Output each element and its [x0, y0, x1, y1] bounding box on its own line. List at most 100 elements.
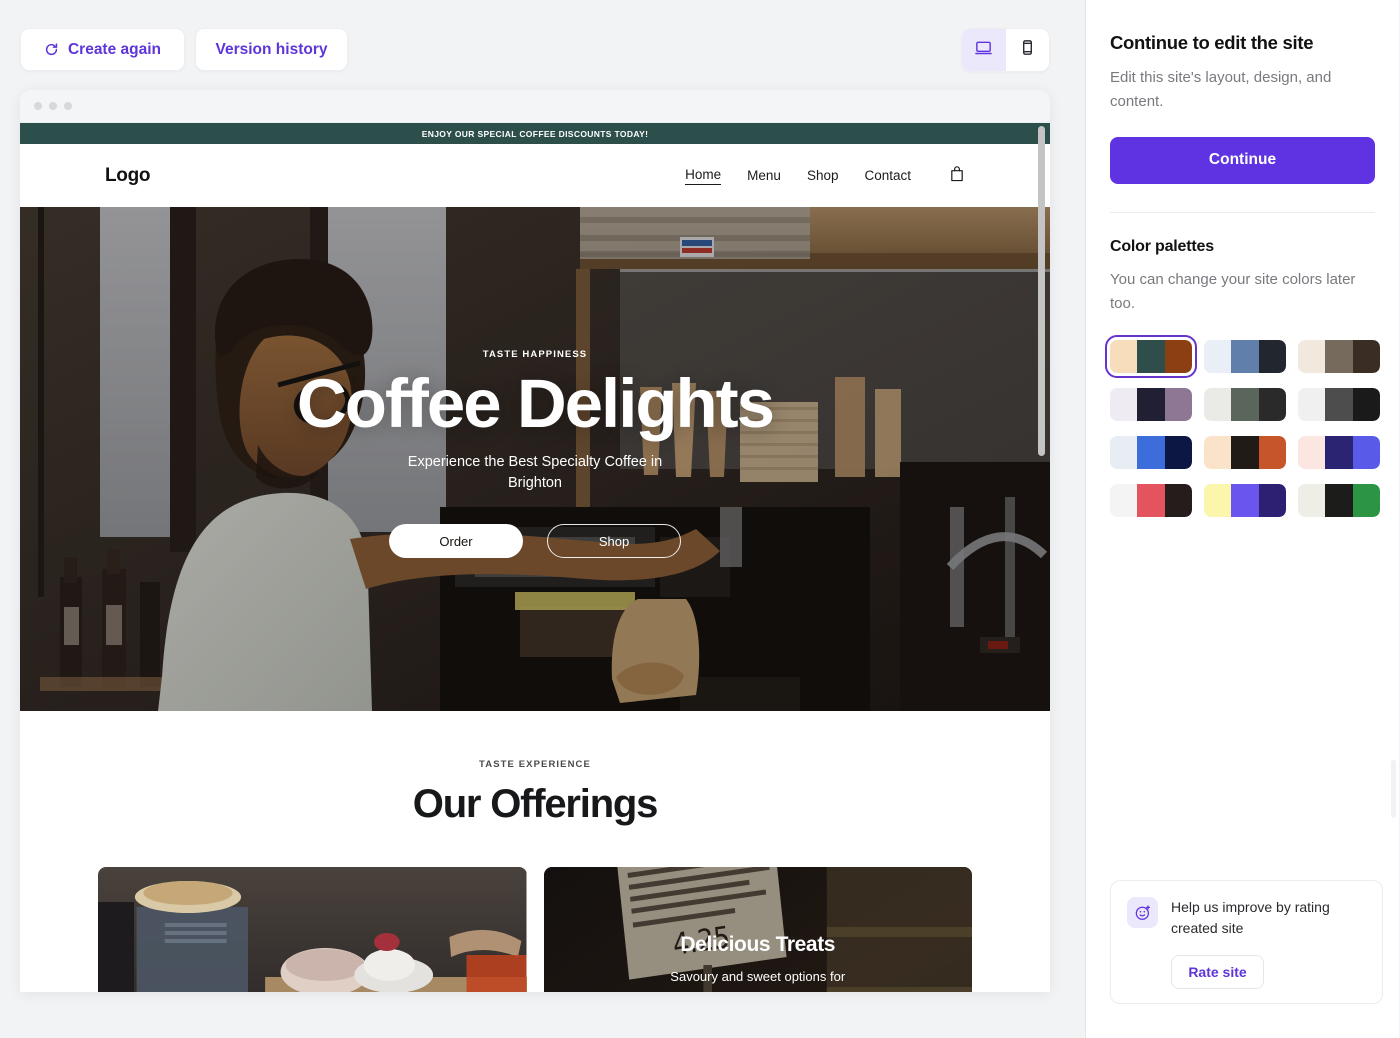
top-toolbar: Create again Version history: [0, 0, 1085, 92]
palette-swatch-3: [1352, 388, 1380, 422]
offerings-eyebrow: TASTE EXPERIENCE: [479, 759, 591, 770]
window-maximize-dot: [64, 102, 72, 110]
palette-swatches: [1204, 484, 1286, 518]
sidebar-scrollbar[interactable]: [1391, 760, 1396, 818]
palette-cream-teal-rust[interactable]: [1105, 335, 1197, 379]
palette-swatch-2: [1231, 340, 1259, 374]
palette-swatches: [1110, 388, 1192, 422]
palette-linen-taupe-coffee[interactable]: [1298, 340, 1380, 374]
palette-swatch-2: [1231, 484, 1259, 518]
hero-shop-button[interactable]: Shop: [547, 524, 681, 559]
palette-swatches: [1298, 340, 1380, 374]
create-again-button[interactable]: Create again: [20, 28, 185, 71]
color-palettes-description: You can change your site colors later to…: [1110, 270, 1356, 312]
palette-swatch-3: [1352, 484, 1380, 518]
palette-swatches: [1204, 388, 1286, 422]
sidebar-divider: [1110, 211, 1375, 213]
site-scroll-area[interactable]: ENJOY OUR SPECIAL COFFEE DISCOUNTS TODAY…: [20, 123, 1050, 992]
hero-buttons: Order Shop: [389, 524, 681, 559]
create-again-label: Create again: [67, 40, 162, 58]
desktop-view-button[interactable]: [962, 29, 1006, 71]
window-minimize-dot: [49, 102, 57, 110]
palette-swatches: [1204, 340, 1286, 374]
palette-blush-indigo-violet[interactable]: [1298, 436, 1380, 470]
palette-swatch-2: [1325, 436, 1353, 470]
nav-link-menu[interactable]: Menu: [747, 168, 781, 183]
offering-card-1-image: [98, 867, 527, 992]
palette-swatch-3: [1352, 436, 1380, 470]
palette-swatch-2: [1325, 340, 1353, 374]
hero-subtitle: Experience the Best Specialty Coffee in …: [407, 454, 663, 492]
preview-scrollbar[interactable]: [1038, 126, 1045, 456]
palette-bone-onyx-emerald[interactable]: [1298, 484, 1380, 518]
offering-card-2-title: Delicious Treats: [680, 933, 836, 956]
palette-swatch-3: [1164, 484, 1192, 518]
palette-frost-royal-navy[interactable]: [1110, 436, 1192, 470]
palette-butter-periwinkle-grape[interactable]: [1204, 484, 1286, 518]
palette-swatch-1: [1110, 484, 1138, 518]
palette-snow-rose-espresso[interactable]: [1110, 484, 1192, 518]
palette-swatch-3: [1164, 340, 1192, 374]
offering-card-2-subtitle: Savoury and sweet options for everyone.: [670, 969, 846, 992]
hero-title: Coffee Delights: [296, 365, 775, 442]
palette-swatch-1: [1204, 388, 1232, 422]
palette-swatches: [1110, 484, 1192, 518]
palette-lilac-midnight-mauve[interactable]: [1110, 388, 1192, 422]
color-palette-grid: [1105, 335, 1380, 518]
hero-order-button[interactable]: Order: [389, 524, 523, 559]
mobile-view-button[interactable]: [1005, 29, 1049, 71]
smiley-sparkle-icon: [1127, 897, 1158, 928]
palette-swatches: [1298, 388, 1380, 422]
continue-button[interactable]: Continue: [1110, 136, 1375, 184]
device-toggle: [961, 28, 1050, 72]
palette-white-slate-black[interactable]: [1298, 388, 1380, 422]
palette-swatch-3: [1164, 436, 1192, 470]
palette-ice-steel-ink[interactable]: [1204, 340, 1286, 374]
nav-link-shop[interactable]: Shop: [807, 168, 839, 183]
palette-swatch-1: [1204, 340, 1232, 374]
app-root: Create again Version history ENJOY OUR S…: [0, 0, 1400, 1038]
offerings-title: Our Offerings: [412, 782, 659, 826]
palette-swatch-2: [1137, 340, 1165, 374]
palette-swatch-3: [1258, 436, 1286, 470]
palette-peach-black-orange[interactable]: [1204, 436, 1286, 470]
palette-swatch-3: [1258, 484, 1286, 518]
site-nav-links: Home Menu Shop Contact: [685, 165, 965, 187]
color-palettes-title: Color palettes: [1110, 237, 1214, 255]
desktop-icon: [974, 38, 993, 62]
right-sidebar: Continue to edit the site Edit this site…: [1086, 0, 1399, 1038]
offerings-section: TASTE EXPERIENCE Our Offerings 4.25 Deli…: [20, 711, 1050, 992]
palette-swatch-3: [1164, 388, 1192, 422]
palette-swatch-2: [1137, 436, 1165, 470]
offering-card-2-body: Delicious Treats Savoury and sweet option…: [544, 867, 973, 992]
shopping-bag-icon[interactable]: [949, 165, 965, 187]
palette-swatch-1: [1204, 436, 1232, 470]
rate-site-button[interactable]: Rate site: [1171, 955, 1264, 989]
version-history-button[interactable]: Version history: [195, 28, 348, 71]
site-navbar: Logo Home Menu Shop Contact: [20, 144, 1050, 207]
site-logo[interactable]: Logo: [105, 165, 151, 187]
palette-swatch-2: [1325, 484, 1353, 518]
palette-swatch-2: [1231, 436, 1259, 470]
nav-link-home[interactable]: Home: [685, 167, 722, 185]
palette-swatch-1: [1110, 388, 1138, 422]
hero-section: TASTE HAPPINESS Coffee Delights Experien…: [20, 207, 1050, 711]
window-close-dot: [34, 102, 42, 110]
palette-swatch-1: [1110, 340, 1138, 374]
refresh-icon: [44, 42, 59, 57]
palette-swatch-2: [1137, 484, 1165, 518]
offering-card-2[interactable]: 4.25 Delicious Treats Savoury and sweet o…: [543, 867, 973, 992]
promo-banner-text: ENJOY OUR SPECIAL COFFEE DISCOUNTS TODAY…: [421, 128, 649, 139]
palette-swatch-1: [1110, 436, 1138, 470]
sidebar-title: Continue to edit the site: [1110, 32, 1314, 53]
palette-swatches: [1110, 436, 1192, 470]
palette-paper-sage-charcoal[interactable]: [1204, 388, 1286, 422]
nav-link-contact[interactable]: Contact: [864, 168, 911, 183]
mobile-icon: [1018, 38, 1037, 62]
hero-content: TASTE HAPPINESS Coffee Delights Experien…: [20, 207, 1050, 711]
site-preview-frame: ENJOY OUR SPECIAL COFFEE DISCOUNTS TODAY…: [20, 90, 1050, 992]
palette-swatch-2: [1137, 388, 1165, 422]
offerings-cards: 4.25 Delicious Treats Savoury and sweet o…: [20, 827, 1050, 992]
offering-card-1[interactable]: [98, 867, 527, 992]
feedback-card: Help us improve by rating created site R…: [1110, 880, 1383, 1004]
